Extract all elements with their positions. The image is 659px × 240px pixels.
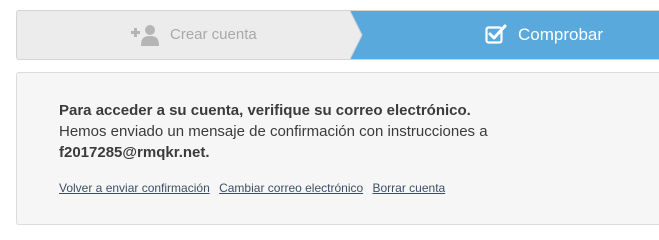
change-email-link[interactable]: Cambiar correo electrónico <box>219 181 363 195</box>
step-label-create-account: Crear cuenta <box>170 26 257 43</box>
signup-stepper: Crear cuenta Comprobar <box>16 10 659 60</box>
step-arrow-divider <box>350 11 363 59</box>
verification-email: f2017285@rmqkr.net. <box>59 144 210 161</box>
step-create-account: Crear cuenta <box>17 11 362 59</box>
checkbox-checked-icon <box>485 24 507 45</box>
verification-heading: Para acceder a su cuenta, verifique su c… <box>59 102 471 119</box>
delete-account-link[interactable]: Borrar cuenta <box>373 181 446 195</box>
step-label-verify: Comprobar <box>518 25 604 44</box>
account-actions: Volver a enviar confirmación Cambiar cor… <box>59 181 451 195</box>
verification-body: Hemos enviado un mensaje de confirmación… <box>59 123 488 140</box>
verification-message: Para acceder a su cuenta, verifique su c… <box>59 100 619 163</box>
resend-confirmation-link[interactable]: Volver a enviar confirmación <box>59 181 210 195</box>
step-verify: Comprobar <box>350 11 659 59</box>
verification-panel: Para acceder a su cuenta, verifique su c… <box>16 72 659 225</box>
add-user-icon <box>130 24 160 46</box>
